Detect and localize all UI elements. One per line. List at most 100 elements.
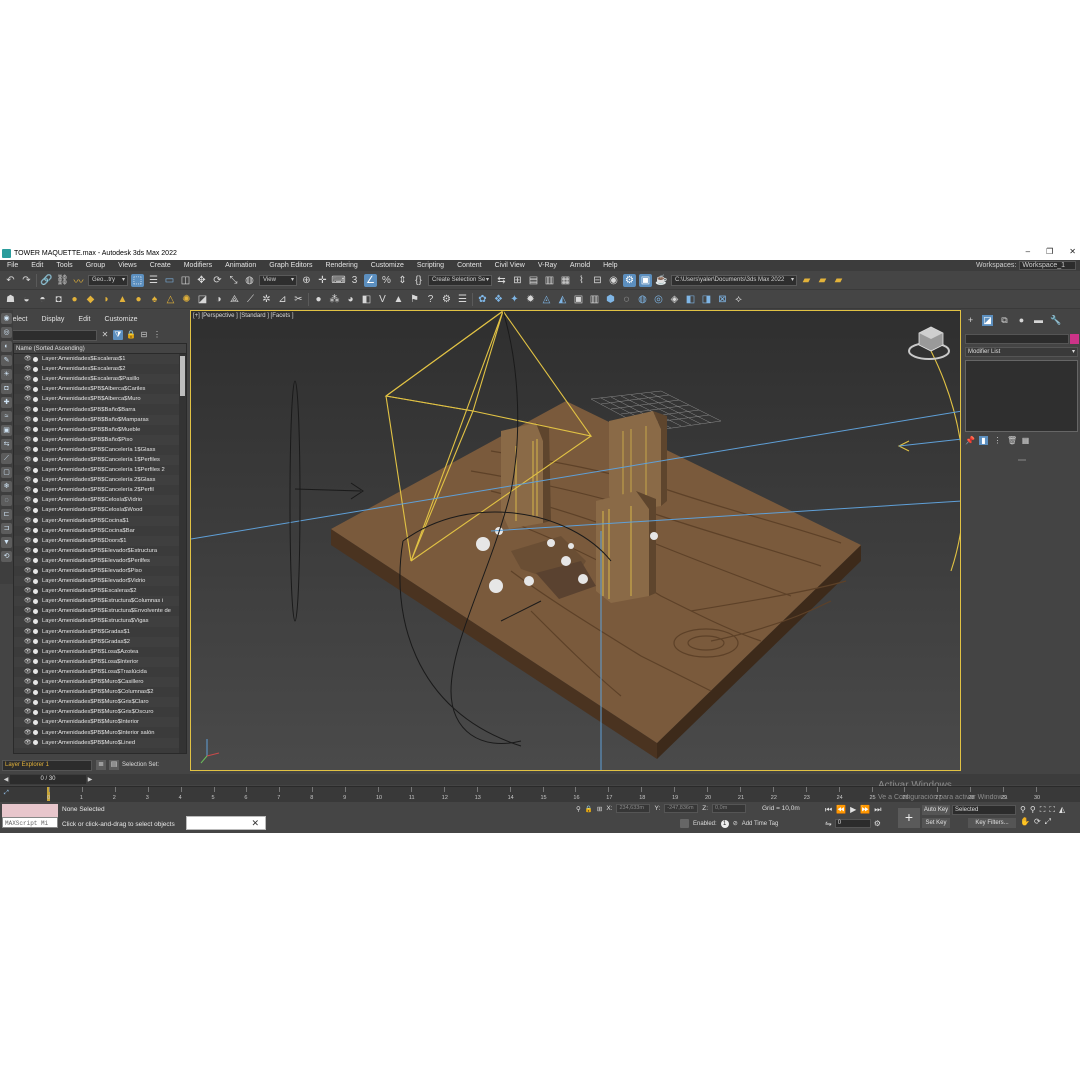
place-icon[interactable]: ◍ (243, 274, 256, 287)
explorer-selector-dropdown[interactable]: Layer Explorer 1 (2, 760, 92, 771)
toggle-scene-explorer-icon[interactable]: ▤ (527, 274, 540, 287)
display-containers-icon[interactable]: ▢ (1, 467, 12, 478)
named-selection-dropdown[interactable]: Create Selection Se (428, 274, 492, 286)
key-filters-button[interactable]: Key Filters... (968, 818, 1016, 828)
freeze-toggle-icon[interactable] (33, 518, 38, 524)
project-folder-dropdown[interactable]: C:\Users\yaler\Documents\3ds Max 2022 (671, 274, 797, 286)
display-options-icon[interactable]: ⊟ (139, 330, 149, 340)
freeze-toggle-icon[interactable] (33, 487, 38, 493)
list-item[interactable]: 👁 Layer:Amenidades$Escaleras$1 (14, 354, 180, 365)
selection-filter-dropdown[interactable]: Geo...try (88, 274, 128, 286)
freeze-toggle-icon[interactable] (33, 689, 38, 695)
visibility-eye-icon[interactable]: 👁 (24, 425, 32, 435)
field-of-view-icon[interactable]: ◭ (1059, 805, 1065, 815)
visibility-eye-icon[interactable]: 👁 (24, 717, 32, 727)
ribbon-icon[interactable]: ▦ (559, 274, 572, 287)
freeze-toggle-icon[interactable] (33, 740, 38, 746)
freeze-toggle-icon[interactable] (33, 558, 38, 564)
visibility-eye-icon[interactable]: 👁 (24, 738, 32, 748)
lock-icon[interactable]: 🔒 (126, 330, 136, 340)
list-item[interactable]: 👁 Layer:Amenidades$PB$Cocina$1 (14, 515, 180, 526)
percent-snap-icon[interactable]: % (380, 274, 393, 287)
color-icon[interactable]: ◕ (344, 293, 357, 306)
menu-help[interactable]: Help (596, 262, 623, 269)
display-hidden-icon[interactable]: ◌ (1, 495, 12, 506)
freeze-toggle-icon[interactable] (33, 497, 38, 503)
freeze-toggle-icon[interactable] (33, 659, 38, 665)
visibility-eye-icon[interactable]: 👁 (24, 637, 32, 647)
plane-icon[interactable]: ⟋ (244, 293, 257, 306)
display-tab-icon[interactable]: ▬ (1033, 315, 1044, 326)
menu-file[interactable]: File (0, 262, 24, 269)
visibility-eye-icon[interactable]: 👁 (24, 485, 32, 495)
freeze-toggle-icon[interactable] (33, 699, 38, 705)
make-unique-icon[interactable]: ⋮ (993, 436, 1002, 445)
modifier-stack[interactable] (965, 360, 1078, 432)
freeze-toggle-icon[interactable] (33, 417, 38, 423)
list-item[interactable]: 👁 Layer:Amenidades$PB$Estructura$Vigas (14, 616, 180, 627)
freeze-toggle-icon[interactable] (33, 578, 38, 584)
column-header-name[interactable]: Name (Sorted Ascending) (14, 344, 186, 354)
lock-selection-icon[interactable]: 🔒 (585, 805, 593, 813)
freeze-toggle-icon[interactable] (33, 598, 38, 604)
configure-sets-icon[interactable]: ▦ (1021, 436, 1030, 445)
freeze-toggle-icon[interactable] (33, 629, 38, 635)
scrollbar-thumb[interactable] (180, 356, 185, 396)
list-item[interactable]: 👁 Layer:Amenidades$PB$Escaleras$2 (14, 586, 180, 596)
object-name-field[interactable] (965, 334, 1069, 344)
display-filter-icon[interactable]: ▼ (1, 537, 12, 548)
teapot-icon[interactable]: ☗ (4, 293, 17, 306)
list-item[interactable]: 👁 Layer:Amenidades$PB$Cancelería 2$Glass (14, 475, 180, 486)
freeze-toggle-icon[interactable] (33, 538, 38, 544)
next-key-icon[interactable]: ⏩ (860, 805, 870, 815)
time-tag-icon[interactable]: ⊘ (733, 820, 738, 827)
list-item[interactable]: 👁 Layer:Amenidades$PB$Losa$Traslúcida (14, 667, 180, 677)
menu-rendering[interactable]: Rendering (318, 262, 363, 269)
list-item[interactable]: 👁 Layer:Amenidades$PB$Cancelería 2$Perfil (14, 485, 180, 495)
visibility-eye-icon[interactable]: 👁 (24, 475, 32, 485)
visibility-eye-icon[interactable]: 👁 (24, 536, 32, 546)
unlink-icon[interactable]: ⛓ (56, 274, 69, 287)
arnold-tx-icon[interactable]: ⊠ (716, 293, 729, 306)
view-cube-icon[interactable] (908, 326, 950, 360)
list-item[interactable]: 👁 Layer:Amenidades$PB$Baño$Mamparas (14, 414, 180, 425)
save-file-icon[interactable]: ▰ (816, 274, 829, 287)
freeze-toggle-icon[interactable] (33, 386, 38, 392)
freeze-toggle-icon[interactable] (33, 437, 38, 443)
frame-display[interactable]: 0 / 30 (10, 774, 86, 784)
display-all-icon[interactable]: ◎ (1, 327, 12, 338)
prev-frame-icon[interactable]: ◀ (2, 776, 10, 783)
list-item[interactable]: 👁 Layer:Amenidades$PB$Cancelería 1$Perfil… (14, 465, 180, 475)
arnold-standin-icon[interactable]: ⬢ (604, 293, 617, 306)
menu-group[interactable]: Group (79, 262, 111, 269)
freeze-toggle-icon[interactable] (33, 447, 38, 453)
more-icon[interactable]: ⋮ (152, 330, 162, 340)
visibility-eye-icon[interactable]: 👁 (24, 697, 32, 707)
scatter-icon[interactable]: ✲ (260, 293, 273, 306)
arnold-proxy-icon[interactable]: ▣ (572, 293, 585, 306)
visibility-eye-icon[interactable]: 👁 (24, 677, 32, 687)
set-key-mode-button[interactable]: Set Key (922, 818, 950, 828)
fur-icon[interactable]: ◑ (212, 293, 225, 306)
snaps-toggle-icon[interactable]: 3 (348, 274, 361, 287)
list-item[interactable]: 👁 Layer:Amenidades$PB$Celosía$Vidrio (14, 495, 180, 506)
visibility-eye-icon[interactable]: 👁 (24, 435, 32, 445)
modify-tab-icon[interactable]: ◪ (982, 315, 993, 326)
visibility-eye-icon[interactable]: 👁 (24, 374, 32, 384)
list-item[interactable]: 👁 Layer:Amenidades$PB$Alberca$Muro (14, 394, 180, 405)
selection-set-icon[interactable]: ▤ (109, 760, 119, 770)
align-icon[interactable]: ⊞ (511, 274, 524, 287)
filter-icon[interactable]: ⧩ (113, 330, 123, 340)
display-lights-icon[interactable]: ☀ (1, 369, 12, 380)
visibility-eye-icon[interactable]: 👁 (24, 364, 32, 374)
freeze-toggle-icon[interactable] (33, 719, 38, 725)
dome-light-icon[interactable]: ◗ (100, 293, 113, 306)
menu-content[interactable]: Content (450, 262, 488, 269)
rectangular-region-icon[interactable]: ▭ (163, 274, 176, 287)
show-end-result-icon[interactable]: ▮ (979, 436, 988, 445)
visibility-eye-icon[interactable]: 👁 (24, 405, 32, 415)
clipper-icon[interactable]: ✂ (292, 293, 305, 306)
visibility-eye-icon[interactable]: 👁 (24, 627, 32, 637)
list-item[interactable]: 👁 Layer:Amenidades$PB$Cancelería 1$Perfil… (14, 454, 180, 466)
list-item[interactable]: 👁 Layer:Amenidades$PB$Gradas$2 (14, 636, 180, 647)
